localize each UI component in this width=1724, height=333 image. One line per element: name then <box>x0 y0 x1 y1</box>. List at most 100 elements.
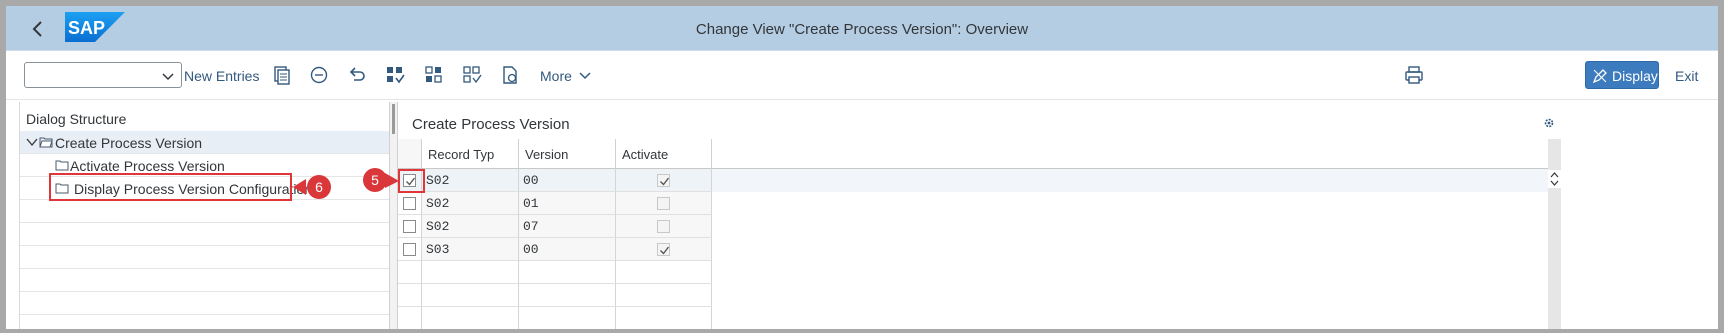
version-cell: 00 <box>519 238 616 261</box>
tree-empty-row <box>20 223 390 246</box>
delete-icon <box>310 66 328 84</box>
tree-empty-row <box>20 200 390 223</box>
deselect-all-icon <box>463 66 482 84</box>
export-button[interactable] <box>499 64 521 86</box>
edit-toggle-icon <box>1592 69 1607 84</box>
table-panel: Create Process Version Record Typ Versio… <box>398 102 1718 329</box>
select-block-icon <box>425 66 442 83</box>
dialog-structure-panel: Dialog Structure Create Process Version … <box>19 102 390 329</box>
checkmark-icon <box>660 246 670 255</box>
tree-item-label: Activate Process Version <box>70 158 225 174</box>
activate-cell <box>616 261 712 284</box>
select-all-button[interactable] <box>384 64 406 86</box>
copy-button[interactable] <box>271 64 293 86</box>
tree-empty-row <box>20 269 390 292</box>
data-table: Record Typ Version Activate S02 00 S02 01 S0… <box>398 139 1548 329</box>
activate-checkbox <box>657 220 670 233</box>
row-select-checkbox[interactable] <box>403 197 416 210</box>
callout-6-marker: 6 <box>293 175 331 199</box>
selected-row-highlight <box>712 169 1548 192</box>
activate-cell <box>616 284 712 307</box>
table-empty-row <box>398 261 718 284</box>
chevron-down-icon <box>26 138 38 147</box>
column-label: Record Typ <box>428 147 495 162</box>
folder-open-icon <box>39 137 53 148</box>
select-all-icon <box>387 67 405 84</box>
vertical-scrollbar[interactable] <box>1548 139 1561 329</box>
copy-icon <box>274 66 290 85</box>
row-selector-cell[interactable] <box>398 238 422 261</box>
panel-splitter[interactable] <box>389 102 398 329</box>
column-header-version[interactable]: Version <box>519 139 616 169</box>
select-all-column-header[interactable] <box>398 139 422 169</box>
table-row[interactable]: S02 00 <box>398 169 718 192</box>
more-label: More <box>540 68 572 84</box>
exit-button[interactable]: Exit <box>1675 68 1698 84</box>
cell-value: 07 <box>523 219 539 234</box>
display-button[interactable]: Display <box>1585 61 1659 89</box>
cell-value: S02 <box>426 173 450 188</box>
callout-6-label: 6 <box>315 179 323 195</box>
app-window: SAP Change View "Create Process Version"… <box>6 6 1718 329</box>
activate-cell <box>616 215 712 238</box>
activate-cell <box>616 307 712 329</box>
tree-empty-row <box>20 292 390 315</box>
record-typ-cell <box>422 261 519 284</box>
gear-icon[interactable] <box>1543 117 1555 129</box>
activate-checkbox <box>657 197 670 210</box>
chevron-down-icon <box>579 72 591 80</box>
deselect-all-button[interactable] <box>461 64 483 86</box>
row-select-checkbox[interactable] <box>403 243 416 256</box>
scroll-arrows-icon[interactable] <box>1548 170 1561 188</box>
version-cell <box>519 261 616 284</box>
cell-value: 00 <box>523 173 539 188</box>
table-row[interactable]: S02 01 <box>398 192 718 215</box>
callout-5-marker: 5 <box>363 168 399 192</box>
table-row[interactable]: S02 07 <box>398 215 718 238</box>
chevron-down-icon <box>162 73 174 81</box>
row-selector-cell <box>398 284 422 307</box>
highlight-display-config <box>49 173 292 201</box>
row-selector-cell[interactable] <box>398 192 422 215</box>
record-typ-cell: S02 <box>422 169 519 192</box>
print-button[interactable] <box>1403 64 1425 86</box>
cell-value: S02 <box>426 196 450 211</box>
version-cell: 07 <box>519 215 616 238</box>
new-entries-button[interactable]: New Entries <box>184 68 259 84</box>
version-cell: 00 <box>519 169 616 192</box>
column-header-activate[interactable]: Activate <box>616 139 712 169</box>
cell-value: 00 <box>523 242 539 257</box>
record-typ-cell: S02 <box>422 192 519 215</box>
column-header-record-typ[interactable]: Record Typ <box>422 139 519 169</box>
undo-button[interactable] <box>346 64 368 86</box>
table-row[interactable]: S03 00 <box>398 238 718 261</box>
more-button[interactable]: More <box>540 68 591 84</box>
export-icon <box>503 66 517 84</box>
version-cell: 01 <box>519 192 616 215</box>
dialog-structure-title: Dialog Structure <box>26 111 127 127</box>
activate-checkbox <box>657 243 670 256</box>
version-cell <box>519 284 616 307</box>
command-field[interactable] <box>24 62 182 88</box>
tree-item-create-process-version[interactable]: Create Process Version <box>20 131 390 154</box>
record-typ-cell: S03 <box>422 238 519 261</box>
highlight-row-checkbox <box>398 169 425 193</box>
folder-icon <box>55 160 69 171</box>
callout-5-label: 5 <box>371 172 379 188</box>
row-selector-cell <box>398 261 422 284</box>
splitter-grip[interactable] <box>392 104 395 134</box>
delete-button[interactable] <box>308 64 330 86</box>
activate-cell <box>616 192 712 215</box>
version-cell <box>519 307 616 329</box>
shell-bar: SAP Change View "Create Process Version"… <box>6 6 1718 51</box>
application-toolbar: New Entries More Display Exit <box>6 52 1718 100</box>
column-label: Version <box>525 147 569 162</box>
column-label: Activate <box>622 147 669 162</box>
cell-value: S02 <box>426 219 450 234</box>
activate-cell <box>616 169 712 192</box>
row-selector-cell[interactable] <box>398 215 422 238</box>
select-block-button[interactable] <box>423 64 445 86</box>
cell-value: S03 <box>426 242 450 257</box>
row-select-checkbox[interactable] <box>403 220 416 233</box>
checkmark-icon <box>660 177 670 186</box>
